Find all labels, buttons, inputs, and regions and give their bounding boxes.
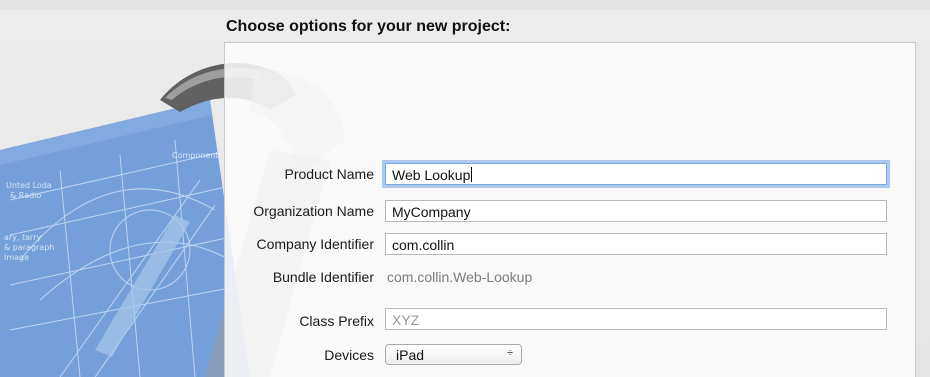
text-caret: [471, 167, 473, 182]
organization-name-field[interactable]: MyCompany: [385, 200, 887, 222]
devices-select[interactable]: iPad ÷: [385, 344, 522, 365]
class-prefix-placeholder: XYZ: [392, 312, 420, 328]
blueprint-text: & paragraph: [4, 243, 54, 252]
product-name-field[interactable]: Web Lookup: [385, 163, 887, 185]
company-identifier-field[interactable]: com.collin: [385, 233, 887, 255]
blueprint-text: Image: [4, 253, 29, 262]
class-prefix-label: Class Prefix: [299, 313, 374, 329]
devices-label: Devices: [324, 347, 374, 363]
bundle-identifier-value: com.collin.Web-Lookup: [387, 269, 533, 285]
blueprint-text: & Radio: [10, 191, 41, 200]
devices-selected-value: iPad: [396, 347, 425, 363]
company-identifier-label: Company Identifier: [256, 236, 374, 252]
blueprint-text: Component: [172, 151, 218, 160]
bundle-identifier-label: Bundle Identifier: [272, 269, 374, 285]
company-identifier-value: com.collin: [392, 237, 455, 253]
organization-name-value: MyCompany: [392, 204, 471, 220]
page-title: Choose options for your new project:: [226, 18, 511, 35]
class-prefix-field[interactable]: XYZ: [385, 308, 887, 330]
product-name-label: Product Name: [284, 166, 374, 182]
blueprint-text: ary, tarry: [4, 233, 41, 242]
organization-name-label: Organization Name: [253, 203, 374, 219]
project-options-window: Unted Loda & Radio Component ary, tarry …: [0, 0, 930, 377]
product-name-value: Web Lookup: [392, 167, 471, 183]
chevron-up-down-icon: ÷: [506, 347, 513, 359]
blueprint-text: Unted Loda: [6, 181, 52, 190]
